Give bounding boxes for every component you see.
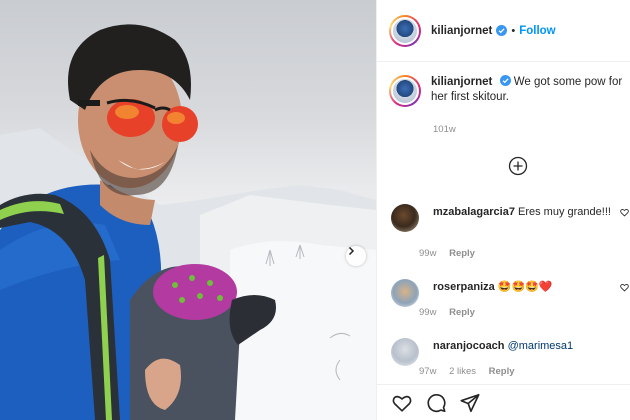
caption-avatar[interactable] [389, 75, 421, 107]
author-avatar[interactable] [389, 14, 421, 47]
caption-username[interactable]: kilianjornet [431, 76, 492, 88]
heart-icon[interactable] [391, 392, 413, 414]
caption-text: kilianjornet We got some pow for her fir… [431, 75, 625, 107]
chevron-right-icon [348, 246, 355, 256]
commenter-avatar[interactable] [391, 279, 419, 307]
verified-badge-icon [496, 25, 508, 36]
share-icon[interactable] [459, 392, 481, 414]
comment-likes[interactable]: 2 likes [449, 366, 476, 377]
post-header: kilianjornet • Follow [377, 0, 630, 62]
instagram-post: kilianjornet • Follow kilianjornet We go… [0, 0, 630, 420]
separator: • [511, 24, 516, 37]
reply-button[interactable]: Reply [489, 366, 515, 377]
comment-body: 🤩🤩🤩❤️ [497, 281, 553, 293]
heart-icon[interactable] [620, 283, 629, 292]
author-username[interactable]: kilianjornet [431, 25, 492, 37]
action-bar [377, 384, 630, 420]
comment-meta: 97w 2 likes Reply [419, 366, 525, 377]
comment-text: roserpaniza 🤩🤩🤩❤️ [433, 279, 611, 307]
commenter-username[interactable]: naranjocoach [433, 340, 505, 352]
comment-meta: 99w Reply [419, 248, 485, 259]
post-photo[interactable] [0, 0, 376, 420]
reply-button[interactable]: Reply [449, 307, 475, 318]
reply-button[interactable]: Reply [449, 248, 475, 259]
commenter-username[interactable]: roserpaniza [433, 281, 495, 293]
comment-text: mzabalagarcia7 Eres muy grande!!! [433, 204, 611, 232]
follow-button[interactable]: Follow [519, 25, 555, 37]
post-timestamp[interactable]: 101w [433, 124, 456, 135]
comment-item: naranjocoach @marimesa1 [391, 338, 630, 366]
photo-illustration [0, 24, 376, 420]
verified-badge-icon [499, 75, 511, 86]
comment-time[interactable]: 97w [419, 366, 436, 377]
comment-item: mzabalagarcia7 Eres muy grande!!! [391, 204, 630, 232]
plus-circle-icon[interactable] [508, 156, 528, 176]
next-photo-button[interactable] [346, 246, 366, 266]
comment-text: naranjocoach @marimesa1 [433, 338, 611, 366]
post-caption: kilianjornet We got some pow for her fir… [389, 75, 625, 107]
comment-body: Eres muy grande!!! [518, 206, 611, 218]
comment-time[interactable]: 99w [419, 248, 436, 259]
comment-time[interactable]: 99w [419, 307, 436, 318]
commenter-avatar[interactable] [391, 204, 419, 232]
comment-item: roserpaniza 🤩🤩🤩❤️ [391, 279, 630, 307]
post-panel: kilianjornet • Follow kilianjornet We go… [376, 0, 630, 420]
comment-meta: 99w Reply [419, 307, 485, 318]
comment-icon[interactable] [425, 392, 447, 414]
comment-mention[interactable]: @marimesa1 [508, 340, 574, 352]
commenter-username[interactable]: mzabalagarcia7 [433, 206, 515, 218]
commenter-avatar[interactable] [391, 338, 419, 366]
heart-icon[interactable] [620, 208, 629, 217]
